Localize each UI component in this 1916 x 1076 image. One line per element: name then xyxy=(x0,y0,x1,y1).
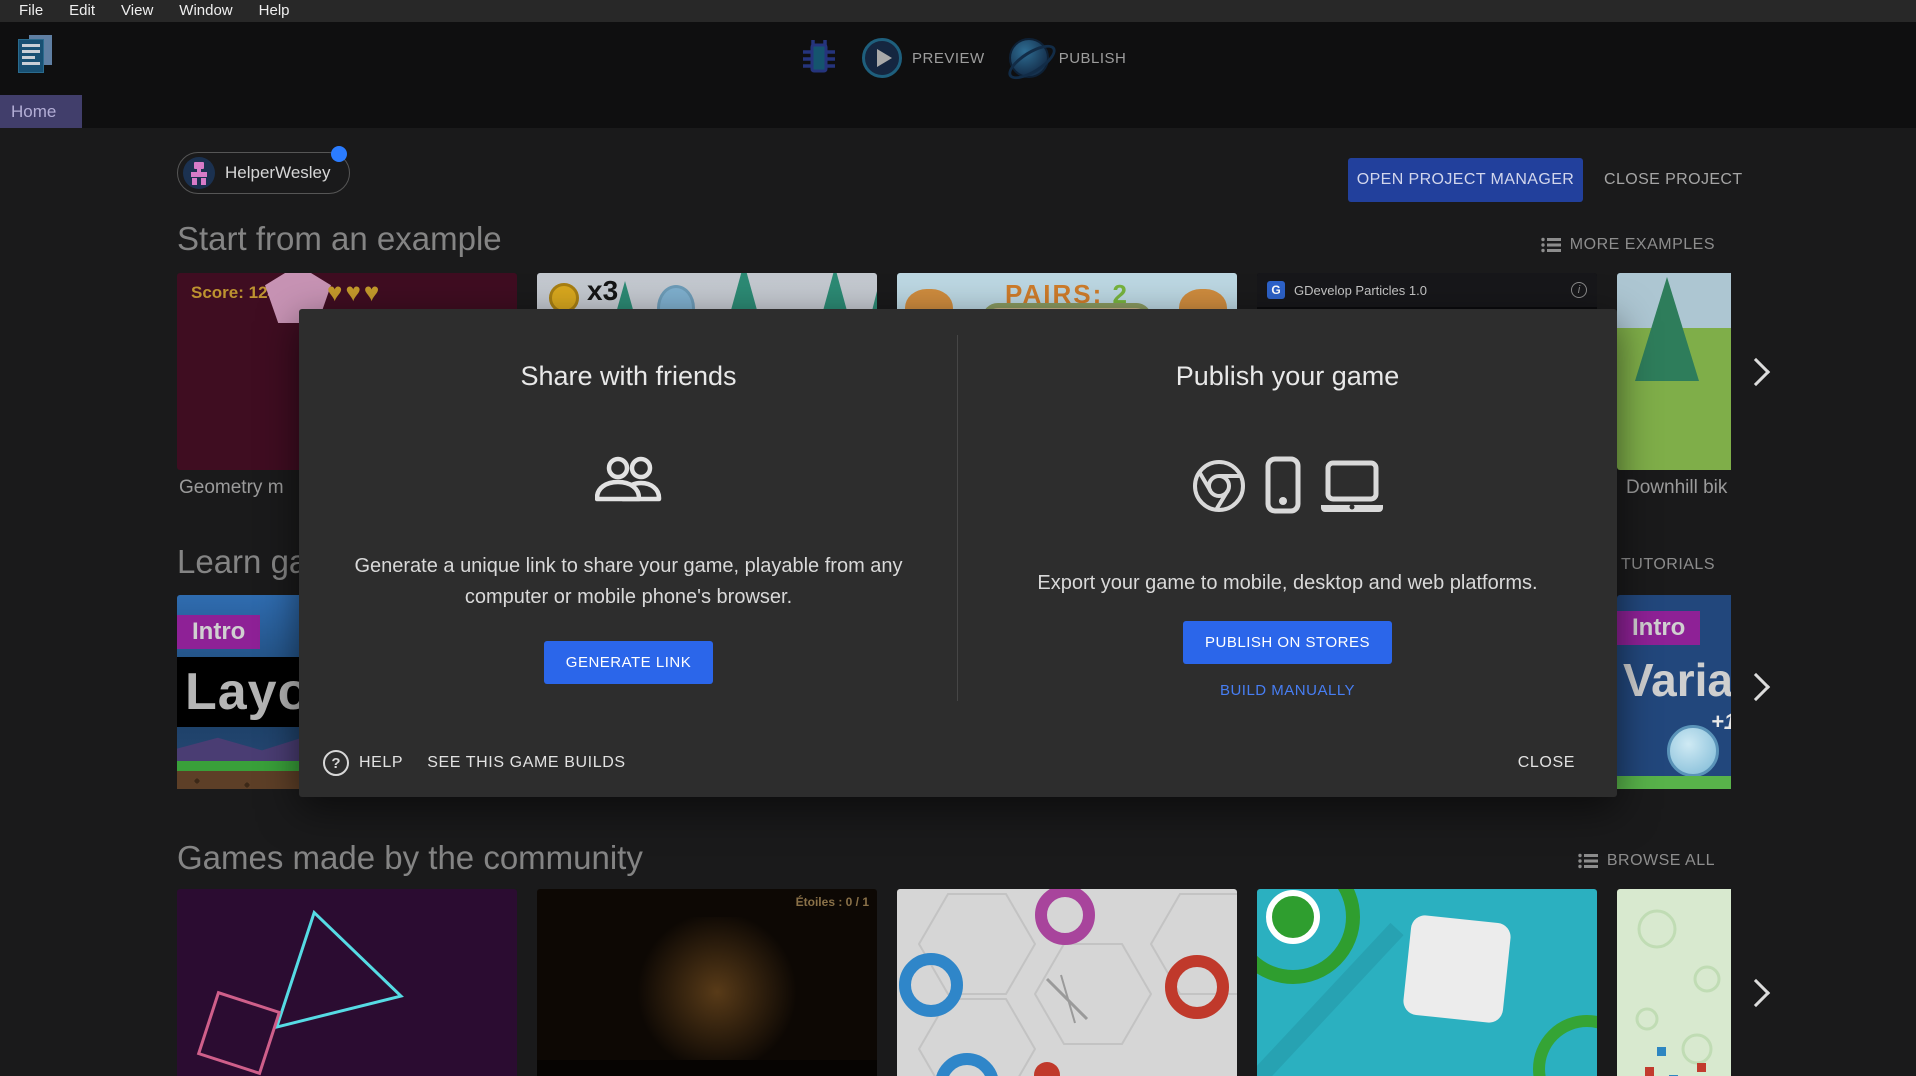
example-thumb-downhill-bike[interactable] xyxy=(1617,273,1731,470)
community-thumb-hex-rings[interactable] xyxy=(897,889,1237,1076)
community-thumb-neon-shapes[interactable] xyxy=(177,889,517,1076)
learn-section-title: Learn ga xyxy=(177,543,307,581)
tutorials-link[interactable]: TUTORIALS xyxy=(1621,556,1715,574)
publish-label: PUBLISH xyxy=(1059,50,1127,67)
more-examples-link[interactable]: MORE EXAMPLES xyxy=(1541,236,1715,254)
avatar xyxy=(183,157,215,189)
ground-silhouette xyxy=(537,1060,877,1076)
tutorials-label: TUTORIALS xyxy=(1621,556,1715,574)
menu-window[interactable]: Window xyxy=(166,0,245,22)
particles-title-bar: G GDevelop Particles 1.0 i xyxy=(1257,273,1597,307)
build-manually-link[interactable]: BUILD MANUALLY xyxy=(958,682,1617,699)
examples-next-arrow[interactable] xyxy=(1742,358,1770,386)
menu-bar: File Edit View Window Help xyxy=(0,0,1916,22)
debug-icon[interactable] xyxy=(800,38,838,78)
hex-rings-graphic xyxy=(897,889,1237,1076)
publish-title: Publish your game xyxy=(958,361,1617,392)
preview-button[interactable]: PREVIEW xyxy=(862,38,985,78)
tree-shape xyxy=(1635,277,1699,381)
teal-puzzle-graphic xyxy=(1257,889,1597,1076)
close-dialog-button[interactable]: CLOSE xyxy=(1518,754,1575,772)
help-link[interactable]: HELP xyxy=(359,754,403,772)
neon-shapes-graphic xyxy=(177,889,517,1076)
examples-section-title: Start from an example xyxy=(177,220,502,258)
tab-home[interactable]: Home xyxy=(0,95,82,128)
document-front-icon xyxy=(18,39,44,73)
chrome-browser-icon xyxy=(1191,458,1247,514)
more-examples-label: MORE EXAMPLES xyxy=(1570,236,1715,254)
share-with-friends-panel: Share with friends Generate a unique lin… xyxy=(299,309,958,797)
open-project-manager-button[interactable]: OPEN PROJECT MANAGER xyxy=(1348,158,1583,202)
publish-your-game-panel: Publish your game xyxy=(958,309,1617,797)
community-thumb-bubbles[interactable] xyxy=(1617,889,1731,1076)
share-description: Generate a unique link to share your gam… xyxy=(305,551,953,613)
menu-help[interactable]: Help xyxy=(246,0,303,22)
example-caption-left: Geometry m xyxy=(179,477,284,499)
campfire-glow xyxy=(627,917,807,1067)
list-icon xyxy=(1541,237,1561,253)
platform-icons xyxy=(958,454,1617,514)
stars-counter: Étoiles : 0 / 1 xyxy=(796,895,869,909)
community-next-arrow[interactable] xyxy=(1742,979,1770,1007)
bubble-creature xyxy=(1667,725,1719,777)
tutorials-next-arrow[interactable] xyxy=(1742,673,1770,701)
publish-description: Export your game to mobile, desktop and … xyxy=(958,568,1617,599)
community-carousel: Étoiles : 0 / 1 xyxy=(177,889,1731,1076)
browse-all-label: BROWSE ALL xyxy=(1607,852,1715,870)
intro-badge: Intro xyxy=(1617,611,1700,645)
smartphone-icon xyxy=(1265,456,1301,514)
user-profile-chip[interactable]: HelperWesley xyxy=(177,152,350,194)
menu-edit[interactable]: Edit xyxy=(56,0,108,22)
list-icon xyxy=(1578,853,1598,869)
help-icon[interactable]: ? xyxy=(323,750,349,776)
particles-title: GDevelop Particles 1.0 xyxy=(1294,283,1427,298)
generate-link-button[interactable]: GENERATE LINK xyxy=(544,641,713,684)
project-manager-icon[interactable] xyxy=(18,35,54,75)
share-title: Share with friends xyxy=(299,361,958,392)
gdevelop-window: File Edit View Window Help PREVIEW PUBLI… xyxy=(0,0,1916,1076)
play-icon xyxy=(862,38,902,78)
laptop-icon xyxy=(1319,460,1385,514)
community-thumb-night-scene[interactable]: Étoiles : 0 / 1 xyxy=(537,889,877,1076)
close-project-button[interactable]: CLOSE PROJECT xyxy=(1604,158,1743,202)
tutorial-word: Variab xyxy=(1623,653,1731,707)
grass-strip xyxy=(1617,776,1731,789)
globe-icon xyxy=(1009,38,1049,78)
score-text: Score: 124 xyxy=(191,283,277,303)
coin-multiplier: x3 xyxy=(587,275,618,307)
browse-all-link[interactable]: BROWSE ALL xyxy=(1578,852,1715,870)
gdevelop-logo-badge: G xyxy=(1267,281,1285,299)
menu-view[interactable]: View xyxy=(108,0,166,22)
community-thumb-teal-puzzle[interactable] xyxy=(1257,889,1597,1076)
see-game-builds-link[interactable]: SEE THIS GAME BUILDS xyxy=(427,754,625,772)
share-dialog: Share with friends Generate a unique lin… xyxy=(299,309,1617,797)
example-caption-right: Downhill bik xyxy=(1626,477,1731,499)
menu-file[interactable]: File xyxy=(6,0,56,22)
publish-button[interactable]: PUBLISH xyxy=(1009,38,1127,78)
notification-dot xyxy=(331,146,347,162)
intro-badge: Intro xyxy=(177,615,260,649)
preview-label: PREVIEW xyxy=(912,50,985,67)
info-icon: i xyxy=(1571,282,1587,298)
plus-one-text: +1 xyxy=(1711,709,1731,735)
community-section-title: Games made by the community xyxy=(177,839,643,877)
people-icon xyxy=(595,456,663,502)
username: HelperWesley xyxy=(225,163,331,183)
toolbar-center: PREVIEW PUBLISH xyxy=(800,36,1126,80)
hearts-icon: ♥♥♥ xyxy=(327,277,382,308)
dialog-divider xyxy=(957,335,958,701)
dialog-footer: ? HELP SEE THIS GAME BUILDS CLOSE xyxy=(323,743,1593,783)
bubbles-graphic xyxy=(1617,889,1731,1076)
publish-on-stores-button[interactable]: PUBLISH ON STORES xyxy=(1183,621,1392,664)
tutorial-thumb-variables[interactable]: Intro Variab +1 xyxy=(1617,595,1731,789)
